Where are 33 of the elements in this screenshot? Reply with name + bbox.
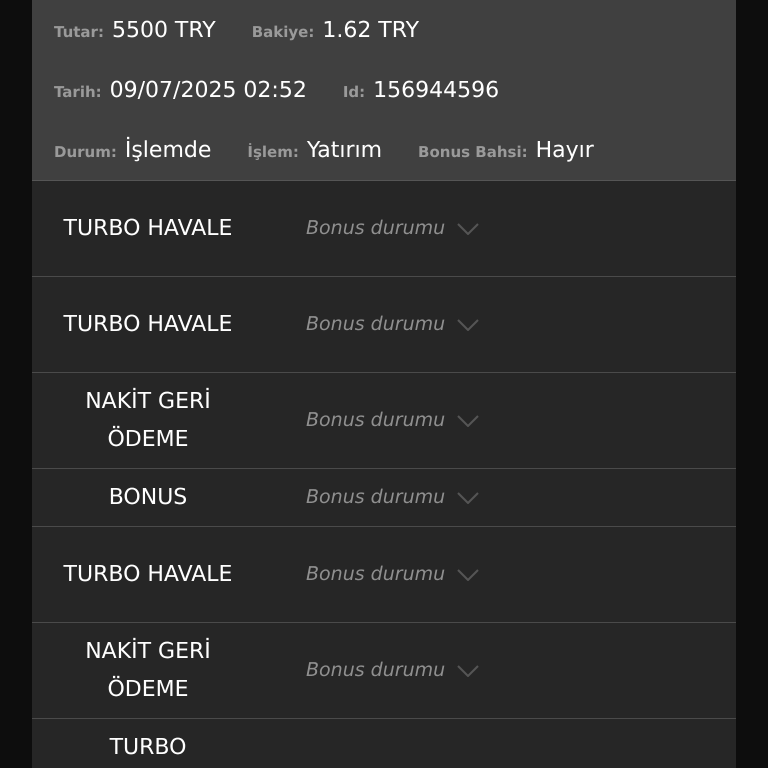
field-value: 09/07/2025 02:52	[110, 76, 307, 104]
chevron-down-icon	[457, 492, 480, 504]
chevron-down-icon	[457, 222, 480, 234]
method-name: BONUS	[108, 484, 188, 512]
field-value: İşlemde	[124, 136, 212, 164]
bonus-status-dropdown[interactable]: Bonus durumu	[306, 560, 480, 589]
field-value: Yatırım	[306, 136, 382, 164]
bonus-status-dropdown[interactable]: Bonus durumu	[306, 483, 480, 512]
bonus-status-dropdown[interactable]: Bonus durumu	[306, 214, 480, 243]
bonus-status-dropdown[interactable]: Bonus durumu	[306, 406, 480, 435]
chevron-down-icon	[457, 568, 480, 580]
field-label: Tutar:	[54, 22, 104, 42]
field-value: 1.62 TRY	[322, 16, 420, 44]
field-label: Tarih:	[54, 82, 102, 102]
method-name: TURBO HAVALE	[62, 560, 234, 588]
method-name: TURBO HAVALE	[62, 310, 234, 338]
method-name: TURBO HAVALE	[62, 214, 234, 242]
method-name: TURBO	[108, 734, 188, 762]
method-name: NAKİT GERİ ÖDEME	[84, 386, 212, 454]
bonus-status-dropdown[interactable]: Bonus durumu	[306, 310, 480, 339]
field-label: Durum:	[54, 142, 117, 162]
field-label: Id:	[342, 82, 366, 102]
chevron-down-icon	[457, 414, 480, 426]
field-label: Bakiye:	[252, 22, 314, 42]
field-value: Hayır	[536, 136, 594, 164]
method-name: NAKİT GERİ ÖDEME	[84, 636, 212, 704]
bonus-status-dropdown[interactable]: Bonus durumu	[306, 656, 480, 685]
field-value: 5500 TRY	[112, 16, 216, 44]
field-label: Bonus Bahsi:	[418, 142, 528, 162]
field-label: İşlem:	[247, 142, 299, 162]
chevron-down-icon	[457, 318, 480, 330]
chevron-down-icon	[457, 664, 480, 676]
field-value: 156944596	[373, 76, 500, 104]
